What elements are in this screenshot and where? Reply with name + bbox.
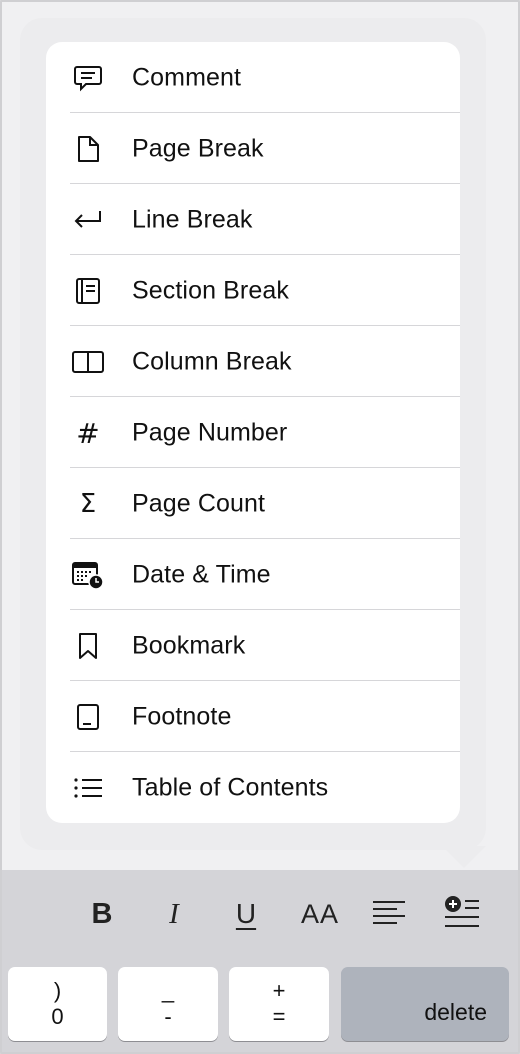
underline-label: U <box>235 898 257 929</box>
align-left-icon <box>371 898 407 931</box>
insert-button[interactable] <box>440 888 484 940</box>
menu-item-label: Table of Contents <box>132 773 329 801</box>
menu-item-column-break[interactable]: Column Break <box>46 326 460 397</box>
hash-icon: # <box>76 416 100 450</box>
key-top-char: _ <box>161 977 175 1003</box>
menu-item-label: Footnote <box>132 702 232 730</box>
menu-item-label: Date & Time <box>132 560 271 588</box>
comment-icon <box>70 63 106 93</box>
menu-item-label: Column Break <box>132 347 292 375</box>
menu-item-page-number[interactable]: # Page Number <box>46 397 460 468</box>
key-underscore-minus[interactable]: _ - <box>118 967 218 1041</box>
footnote-icon <box>70 702 106 732</box>
key-plus-equals[interactable]: + = <box>229 967 329 1041</box>
insert-icon <box>443 895 481 934</box>
menu-item-label: Comment <box>132 63 242 91</box>
menu-item-date-time[interactable]: Date & Time <box>46 539 460 610</box>
menu-item-table-of-contents[interactable]: Table of Contents <box>46 752 460 823</box>
delete-key[interactable]: delete <box>341 967 509 1041</box>
menu-item-label: Page Number <box>132 418 288 446</box>
menu-item-label: Bookmark <box>132 631 246 659</box>
font-size-label: AA <box>300 898 340 929</box>
key-paren-zero[interactable]: ) 0 <box>8 967 107 1041</box>
key-bottom-char: 0 <box>51 1004 64 1029</box>
popover-arrow <box>442 846 486 868</box>
calendar-clock-icon <box>70 560 106 590</box>
underline-button[interactable]: U <box>224 888 268 940</box>
italic-button[interactable]: I <box>154 888 194 940</box>
column-break-icon <box>70 347 106 377</box>
italic-label: I <box>169 897 179 930</box>
insert-menu: Comment Page Break Line Break Section Br… <box>46 42 460 823</box>
menu-item-bookmark[interactable]: Bookmark <box>46 610 460 681</box>
menu-item-footnote[interactable]: Footnote <box>46 681 460 752</box>
line-break-icon <box>70 205 106 235</box>
key-bottom-char: = <box>272 1004 286 1029</box>
delete-label: delete <box>424 999 487 1026</box>
bookmark-icon <box>70 631 106 661</box>
key-top-char: + <box>272 977 286 1003</box>
section-break-icon <box>70 276 106 306</box>
menu-item-label: Line Break <box>132 205 253 233</box>
menu-item-page-break[interactable]: Page Break <box>46 113 460 184</box>
key-top-char: ) <box>53 977 62 1003</box>
sigma-icon: Σ <box>79 489 97 519</box>
menu-item-section-break[interactable]: Section Break <box>46 255 460 326</box>
menu-item-comment[interactable]: Comment <box>46 42 460 113</box>
menu-item-label: Page Count <box>132 489 266 517</box>
menu-item-label: Page Break <box>132 134 264 162</box>
font-size-button[interactable]: AA <box>294 888 346 940</box>
menu-item-label: Section Break <box>132 276 289 304</box>
menu-item-line-break[interactable]: Line Break <box>46 184 460 255</box>
menu-item-page-count[interactable]: Σ Page Count <box>46 468 460 539</box>
bold-button[interactable]: B <box>82 888 122 940</box>
key-bottom-char: - <box>164 1004 172 1029</box>
format-toolbar: B I U AA <box>2 870 518 962</box>
align-button[interactable] <box>368 888 410 940</box>
keyboard-row: ) 0 _ - + = delete <box>2 962 518 1052</box>
list-icon <box>70 773 106 803</box>
page-break-icon <box>70 134 106 164</box>
bold-label: B <box>91 897 113 930</box>
